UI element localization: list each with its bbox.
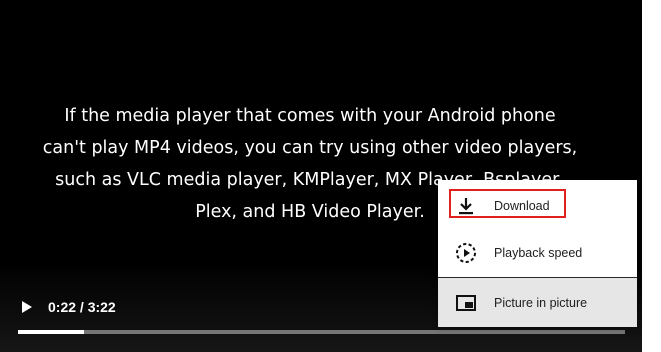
caption-line: can't play MP4 videos, you can try using… — [42, 138, 578, 158]
menu-item-label: Download — [494, 199, 550, 213]
player-controls: 0:22 / 3:22 — [0, 292, 400, 322]
menu-item-label: Picture in picture — [494, 295, 588, 310]
menu-item-playback-speed[interactable]: Playback speed — [438, 229, 637, 277]
play-icon — [22, 301, 32, 313]
menu-item-label: Playback speed — [494, 246, 583, 260]
menu-item-download[interactable]: Download — [438, 182, 637, 230]
play-button[interactable] — [16, 296, 38, 318]
page-margin — [642, 0, 661, 352]
caption-line: If the media player that comes with your… — [64, 106, 556, 126]
menu-item-picture-in-picture[interactable]: Picture in picture — [438, 277, 637, 327]
overflow-menu: Download Playback speed Picture in pictu… — [438, 180, 637, 327]
progress-fill — [18, 330, 85, 334]
picture-in-picture-icon — [454, 291, 478, 315]
playback-speed-icon — [454, 241, 478, 265]
time-display: 0:22 / 3:22 — [48, 299, 116, 315]
progress-bar[interactable] — [18, 330, 625, 334]
download-icon — [454, 194, 478, 218]
